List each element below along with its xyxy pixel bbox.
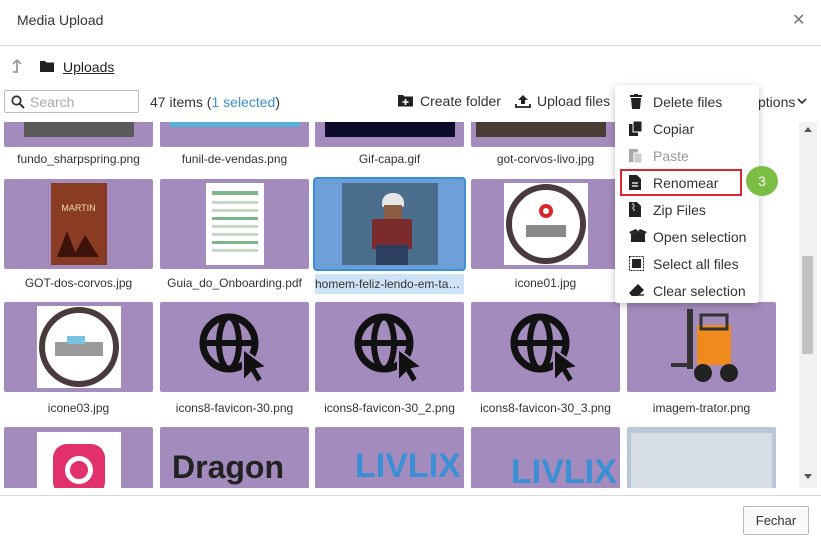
menu-item-label: Open selection: [653, 229, 747, 245]
upload-icon: [515, 95, 531, 108]
menu-item-label: Select all files: [653, 256, 739, 272]
file-tile[interactable]: [315, 122, 464, 147]
trash-icon: [630, 94, 642, 109]
menu-item-label: Paste: [653, 148, 689, 164]
open-box-icon: [629, 229, 647, 242]
upload-files-label: Upload files: [537, 93, 611, 109]
dialog-header: Media Upload ✕: [0, 0, 821, 46]
file-name[interactable]: icons8-favicon-30_2.png: [315, 401, 464, 415]
file-name[interactable]: fundo_sharpspring.png: [4, 152, 153, 166]
file-name-selected[interactable]: homem-feliz-lendo-em-tablet.jpg: [315, 274, 464, 294]
search-input[interactable]: [30, 92, 135, 111]
file-tile[interactable]: [4, 302, 153, 392]
scroll-up-icon[interactable]: [804, 126, 812, 132]
file-tile[interactable]: [471, 179, 620, 269]
eraser-icon: [629, 284, 644, 296]
globe-cursor-icon: [510, 313, 580, 385]
office-photo-thumbnail: [631, 433, 772, 488]
file-tile[interactable]: Dragon: [160, 427, 309, 488]
file-tile[interactable]: [160, 179, 309, 269]
forklift-thumbnail: [670, 309, 738, 382]
create-folder-label: Create folder: [420, 93, 501, 109]
file-name[interactable]: got-corvos-livo.jpg: [471, 152, 620, 166]
menu-item-delete[interactable]: Delete files: [615, 88, 759, 115]
file-name[interactable]: icone03.jpg: [4, 401, 153, 415]
scroll-thumb[interactable]: [802, 256, 813, 354]
document-thumbnail: [205, 183, 264, 265]
icon-thumbnail: [36, 306, 121, 388]
menu-item-label: Clear selection: [653, 283, 746, 299]
breadcrumb-uploads[interactable]: Uploads: [63, 59, 114, 75]
file-name[interactable]: funil-de-vendas.png: [160, 152, 309, 166]
book-cover-title: MARTIN: [61, 203, 96, 213]
globe-cursor-icon: [354, 313, 424, 385]
file-name[interactable]: Gif-capa.gif: [315, 152, 464, 166]
dialog-footer: Fechar: [0, 495, 821, 539]
search-box: [4, 90, 139, 113]
file-tile[interactable]: MARTIN: [4, 179, 153, 269]
chevron-down-icon[interactable]: [797, 97, 807, 105]
file-tile[interactable]: [471, 122, 620, 147]
items-count-text: 47 items: [150, 94, 203, 110]
copy-icon: [629, 121, 643, 136]
file-tile[interactable]: [4, 122, 153, 147]
folder-icon: [40, 61, 54, 72]
menu-item-copy[interactable]: Copiar: [615, 115, 759, 142]
globe-cursor-icon: [199, 313, 269, 385]
instagram-thumbnail: [37, 432, 121, 488]
file-tile-selected[interactable]: [315, 179, 464, 269]
menu-item-label: Zip Files: [653, 202, 706, 218]
file-tile[interactable]: [471, 302, 620, 392]
selected-count[interactable]: 1 selected: [211, 94, 275, 110]
close-icon[interactable]: ✕: [792, 10, 805, 30]
file-name[interactable]: icons8-favicon-30.png: [160, 401, 309, 415]
file-tile[interactable]: LIVLIX: [315, 427, 464, 488]
livlix-logo-thumbnail: LIVLIX: [511, 453, 617, 488]
file-name[interactable]: icons8-favicon-30_3.png: [471, 401, 620, 415]
menu-item-label: Copiar: [653, 121, 695, 137]
options-label[interactable]: ptions: [758, 94, 795, 110]
select-all-icon: [629, 256, 644, 271]
file-tile[interactable]: [627, 427, 776, 488]
file-tile[interactable]: [160, 302, 309, 392]
step-badge: 3: [746, 166, 778, 196]
menu-item-select-all[interactable]: Select all files: [615, 250, 759, 277]
file-name[interactable]: icone01.jpg: [471, 276, 620, 290]
up-arrow-icon[interactable]: [10, 58, 24, 76]
file-name[interactable]: GOT-dos-corvos.jpg: [4, 276, 153, 290]
breadcrumb: Uploads: [0, 58, 400, 78]
close-button[interactable]: Fechar: [743, 506, 809, 535]
file-name[interactable]: Guia_do_Onboarding.pdf: [160, 276, 309, 290]
search-icon: [11, 95, 25, 109]
file-tile[interactable]: [160, 122, 309, 147]
zip-file-icon: [629, 202, 641, 217]
folder-plus-icon: [398, 95, 413, 107]
menu-item-open-selection[interactable]: Open selection: [615, 223, 759, 250]
options-menu: Delete files Copiar Paste Renomear Zip F…: [615, 85, 759, 303]
menu-item-clear-selection[interactable]: Clear selection: [615, 277, 759, 304]
dialog-title: Media Upload: [17, 12, 104, 28]
icon-thumbnail: [503, 183, 588, 265]
livlix-logo-thumbnail: LIVLIX: [355, 447, 461, 485]
photo-thumbnail: [341, 183, 438, 265]
file-icon: [629, 175, 641, 190]
menu-item-paste[interactable]: Paste: [615, 142, 759, 169]
scroll-down-icon[interactable]: [804, 474, 812, 480]
book-cover-thumbnail: MARTIN: [50, 183, 107, 265]
file-tile[interactable]: LIVLIX: [471, 427, 620, 488]
file-tile[interactable]: [627, 302, 776, 392]
paste-icon: [629, 149, 643, 163]
menu-item-zip[interactable]: Zip Files: [615, 196, 759, 223]
menu-item-label: Delete files: [653, 94, 723, 110]
file-tile[interactable]: [315, 302, 464, 392]
dragon-logo-thumbnail: Dragon: [172, 449, 284, 485]
vertical-scrollbar[interactable]: [799, 122, 817, 488]
items-count: 47 items (1 selected): [150, 94, 280, 110]
menu-item-label: Renomear: [653, 175, 719, 191]
file-name[interactable]: imagem-trator.png: [627, 401, 776, 415]
file-tile[interactable]: [4, 427, 153, 488]
menu-item-rename[interactable]: Renomear: [620, 169, 742, 196]
